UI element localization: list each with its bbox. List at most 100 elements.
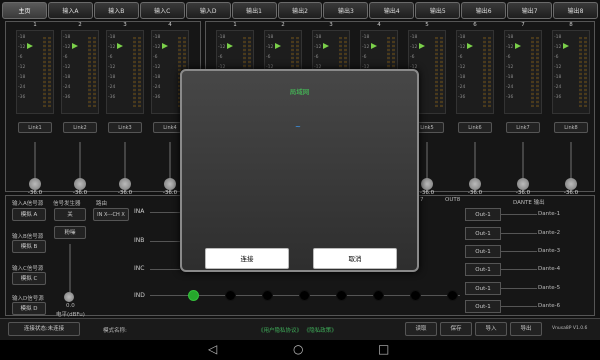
row-line-ina: [150, 212, 180, 213]
route-node-ind-1[interactable]: [188, 290, 199, 301]
home-icon[interactable]: ○: [293, 342, 303, 356]
channel-number: 2: [78, 22, 82, 28]
generator-pink-noise-button[interactable]: 粉噪: [54, 226, 86, 239]
dante-line-1: [501, 214, 537, 215]
tab-input-d[interactable]: 输入D: [185, 2, 231, 19]
dante-label-5: Dante-5: [538, 285, 561, 291]
channel-number: 6: [473, 22, 477, 28]
play-icon[interactable]: [162, 43, 168, 49]
channel-number: 3: [123, 22, 127, 28]
out-button-2[interactable]: Out-1: [465, 227, 501, 240]
tab-input-c[interactable]: 输入C: [139, 2, 185, 19]
route-node-ind-8[interactable]: [447, 290, 458, 301]
dante-label-6: Dante-6: [538, 303, 561, 309]
play-icon[interactable]: [515, 43, 521, 49]
import-button[interactable]: 导入: [475, 322, 507, 336]
link-button[interactable]: Link6: [458, 122, 492, 133]
meter-scale-tick: -12: [506, 45, 514, 50]
input-a-source-select[interactable]: 模拟 A: [12, 208, 46, 221]
tab-output-7[interactable]: 输出7: [507, 2, 553, 19]
generator-level-knob[interactable]: [64, 292, 74, 302]
link-button[interactable]: Link2: [63, 122, 97, 133]
link-button[interactable]: Link8: [554, 122, 588, 133]
play-icon[interactable]: [117, 43, 123, 49]
out-button-1[interactable]: Out-1: [465, 208, 501, 221]
play-icon[interactable]: [227, 43, 233, 49]
link-button[interactable]: Link1: [18, 122, 52, 133]
tab-output-8[interactable]: 输出8: [553, 2, 598, 19]
android-nav-bar: ◁ ○ □: [0, 340, 600, 360]
link-button[interactable]: Link7: [506, 122, 540, 133]
meter-bar-right: [93, 37, 96, 107]
meter-scale: -18 -12 -6 -12 -18 -24 -36: [108, 33, 115, 103]
fader-knob[interactable]: [164, 178, 176, 190]
meter-bar-right: [48, 37, 51, 107]
play-icon[interactable]: [563, 43, 569, 49]
tab-output-3[interactable]: 输出3: [323, 2, 369, 19]
out-button-5[interactable]: Out-1: [465, 282, 501, 295]
meter-scale-tick: -36: [554, 95, 562, 100]
play-icon[interactable]: [275, 43, 281, 49]
meter-scale-tick: -6: [266, 55, 271, 60]
back-icon[interactable]: ◁: [208, 342, 217, 356]
app-window: 主页 输入A 输入B 输入C 输入D 输出1 输出2 输出3 输出4 输出5 输…: [0, 0, 600, 360]
play-icon[interactable]: [467, 43, 473, 49]
route-mode-select[interactable]: IN X---CH X: [93, 208, 129, 221]
recent-apps-icon[interactable]: □: [378, 342, 389, 356]
meter-scale-tick: -6: [362, 55, 367, 60]
route-node-ind-6[interactable]: [373, 290, 384, 301]
mode-name-label: 模式名称:: [103, 328, 127, 334]
tab-input-a[interactable]: 输入A: [47, 2, 93, 19]
input-d-source-select[interactable]: 模拟 D: [12, 302, 46, 315]
channel-number: 1: [233, 22, 237, 28]
dante-line-5: [501, 288, 537, 289]
out-button-6[interactable]: Out-1: [465, 300, 501, 313]
meter-scale-tick: -12: [63, 65, 71, 70]
level-meter: -18 -12 -6 -12 -18 -24 -36: [61, 30, 99, 114]
play-icon[interactable]: [72, 43, 78, 49]
route-node-ind-7[interactable]: [410, 290, 421, 301]
play-icon[interactable]: [27, 43, 33, 49]
dante-line-6: [501, 306, 537, 307]
fader-knob[interactable]: [565, 178, 577, 190]
play-icon[interactable]: [371, 43, 377, 49]
generator-level-label: 电平(dBFu): [56, 312, 85, 318]
input-a-source-label: 输入A信号源: [12, 201, 44, 207]
fader-knob[interactable]: [74, 178, 86, 190]
play-icon[interactable]: [419, 43, 425, 49]
out-button-4[interactable]: Out-1: [465, 263, 501, 276]
input-b-source-select[interactable]: 模拟 B: [12, 240, 46, 253]
link-button[interactable]: Link3: [108, 122, 142, 133]
fader-knob[interactable]: [517, 178, 529, 190]
tab-input-b[interactable]: 输入B: [93, 2, 139, 19]
input-c-source-select[interactable]: 模拟 C: [12, 272, 46, 285]
meter-scale-tick: -12: [108, 65, 116, 70]
route-node-ind-3[interactable]: [262, 290, 273, 301]
generator-off-button[interactable]: 关: [54, 208, 86, 221]
tab-home[interactable]: 主页: [2, 2, 47, 19]
save-button[interactable]: 保存: [440, 322, 472, 336]
out-button-3[interactable]: Out-1: [465, 245, 501, 258]
play-icon[interactable]: [323, 43, 329, 49]
tab-output-2[interactable]: 输出2: [277, 2, 323, 19]
tab-output-4[interactable]: 输出4: [369, 2, 415, 19]
cancel-button[interactable]: 取消: [313, 248, 397, 269]
connect-button[interactable]: 连接: [205, 248, 289, 269]
tab-output-6[interactable]: 输出6: [461, 2, 507, 19]
fader-knob[interactable]: [469, 178, 481, 190]
meter-scale-tick: -36: [153, 95, 161, 100]
fader-knob[interactable]: [421, 178, 433, 190]
privacy-links[interactable]: 《用户隐私协议》 《隐私政策》: [258, 326, 337, 334]
export-button[interactable]: 导出: [510, 322, 542, 336]
route-node-ind-2[interactable]: [225, 290, 236, 301]
fader-knob[interactable]: [29, 178, 41, 190]
tab-output-5[interactable]: 输出5: [415, 2, 461, 19]
route-node-ind-5[interactable]: [336, 290, 347, 301]
generator-level-track: [69, 244, 71, 294]
meter-scale-tick: -12: [18, 45, 26, 50]
tab-output-1[interactable]: 输出1: [231, 2, 277, 19]
fader-knob[interactable]: [119, 178, 131, 190]
connection-status-button[interactable]: 连接状态:未连接: [8, 322, 80, 336]
read-button[interactable]: 读取: [405, 322, 437, 336]
route-node-ind-4[interactable]: [299, 290, 310, 301]
